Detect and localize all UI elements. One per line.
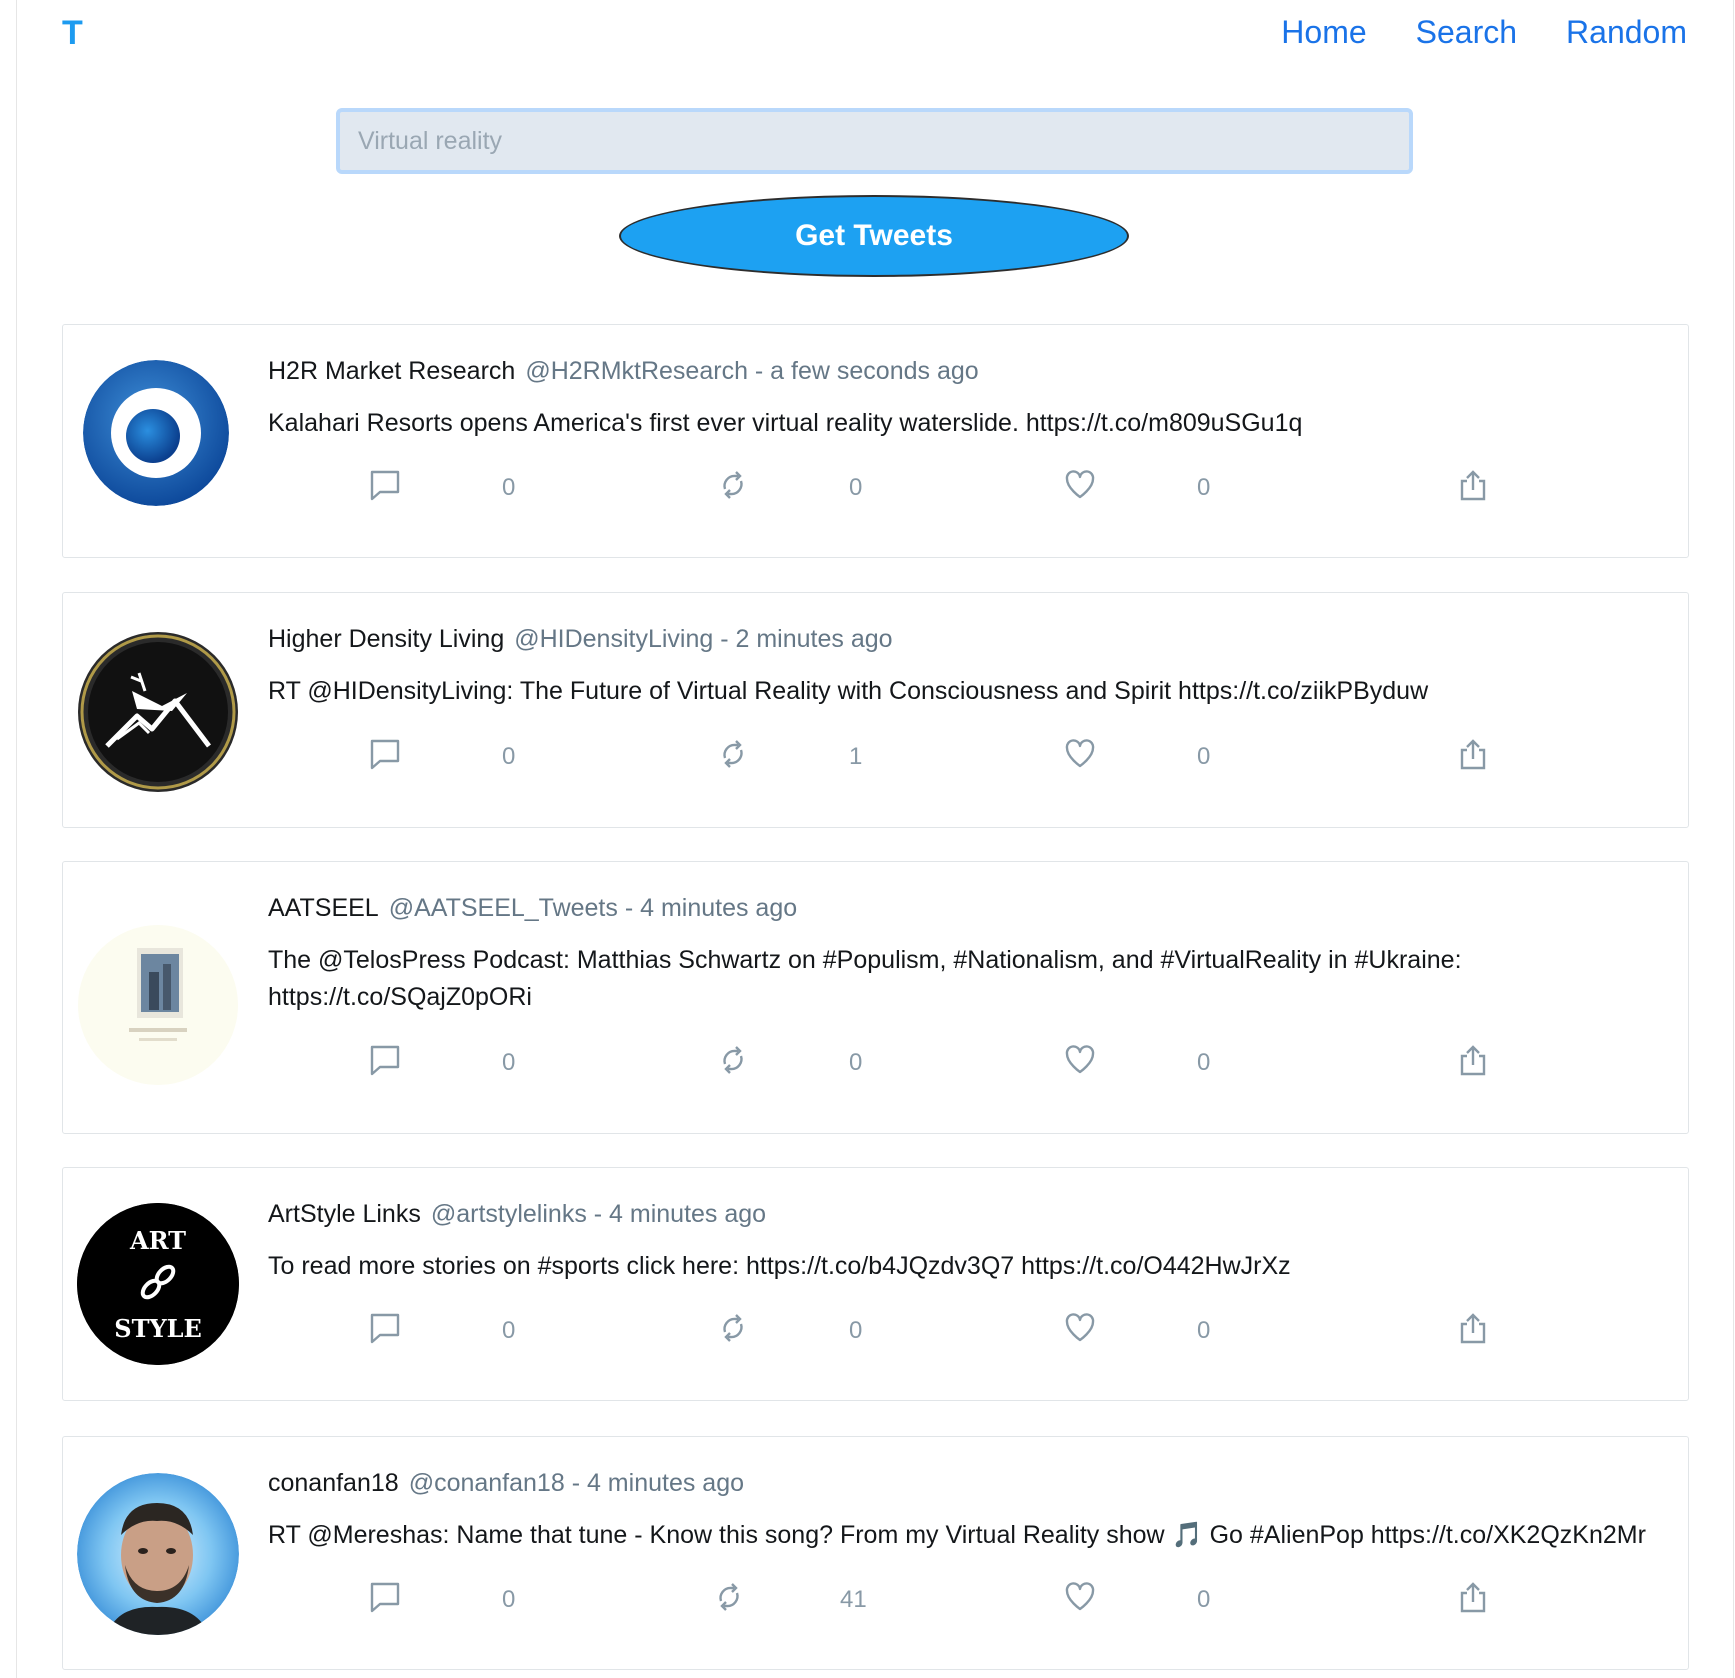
tweet-header: ArtStyle Links @artstylelinks - 4 minutes… xyxy=(268,1200,766,1229)
tweet-header: AATSEEL @AATSEEL_Tweets - 4 minutes ago xyxy=(268,894,797,923)
reply-count: 0 xyxy=(502,1317,516,1344)
tweet-actions: 0 0 0 xyxy=(63,1311,1688,1351)
tweet-header: Higher Density Living @HIDensityLiving - … xyxy=(268,625,893,654)
tweet-meta: @H2RMktResearch - a few seconds ago xyxy=(525,357,979,385)
tweet-text: RT @HIDensityLiving: The Future of Virtu… xyxy=(268,677,1429,705)
reply-count: 0 xyxy=(502,743,516,770)
tweet-text: To read more stories on #sports click he… xyxy=(268,1252,1291,1280)
tweet-meta: @artstylelinks - 4 minutes ago xyxy=(430,1200,767,1228)
reply-icon[interactable] xyxy=(368,1043,402,1077)
reply-count: 0 xyxy=(502,1049,516,1076)
heart-icon[interactable] xyxy=(1063,1311,1097,1345)
tweet-meta: @AATSEEL_Tweets - 4 minutes ago xyxy=(388,894,798,922)
retweet-count: 41 xyxy=(840,1586,867,1613)
heart-icon[interactable] xyxy=(1063,468,1097,502)
tweet-meta: @conanfan18 - 4 minutes ago xyxy=(408,1469,745,1497)
tweet-header: H2R Market Research @H2RMktResearch - a f… xyxy=(268,357,979,386)
nav-random-link[interactable]: Random xyxy=(1566,14,1687,51)
share-icon[interactable] xyxy=(1456,737,1490,771)
tweet-header: conanfan18 @conanfan18 - 4 minutes ago xyxy=(268,1469,744,1498)
tweet-card: AATSEEL @AATSEEL_Tweets - 4 minutes ago T… xyxy=(62,861,1689,1134)
nav-search-link[interactable]: Search xyxy=(1416,14,1517,51)
reply-count: 0 xyxy=(502,474,516,501)
heart-icon[interactable] xyxy=(1063,737,1097,771)
share-icon[interactable] xyxy=(1456,468,1490,502)
tweet-text: RT @Mereshas: Name that tune - Know this… xyxy=(268,1521,1646,1549)
tweet-actions: 0 0 0 xyxy=(63,468,1688,508)
tweet-author-name[interactable]: conanfan18 xyxy=(268,1469,399,1497)
tweet-card: ART STYLE ArtStyle Links @artstylelinks -… xyxy=(62,1167,1689,1401)
share-icon[interactable] xyxy=(1456,1043,1490,1077)
like-count: 0 xyxy=(1197,743,1211,770)
get-tweets-button[interactable]: Get Tweets xyxy=(619,195,1129,277)
reply-icon[interactable] xyxy=(368,468,402,502)
share-icon[interactable] xyxy=(1456,1580,1490,1614)
reply-icon[interactable] xyxy=(368,1311,402,1345)
nav-home-link[interactable]: Home xyxy=(1281,14,1366,51)
tweet-card: H2R Market Research @H2RMktResearch - a f… xyxy=(62,324,1689,558)
share-icon[interactable] xyxy=(1456,1311,1490,1345)
tweet-actions: 0 0 0 xyxy=(63,1043,1688,1083)
retweet-icon[interactable] xyxy=(716,1311,750,1345)
tweet-author-name[interactable]: H2R Market Research xyxy=(268,357,515,385)
heart-icon[interactable] xyxy=(1063,1043,1097,1077)
tweet-author-name[interactable]: Higher Density Living xyxy=(268,625,504,653)
retweet-count: 0 xyxy=(849,474,863,501)
tweet-card: Higher Density Living @HIDensityLiving - … xyxy=(62,592,1689,828)
tweet-author-name[interactable]: ArtStyle Links xyxy=(268,1200,421,1228)
reply-count: 0 xyxy=(502,1586,516,1613)
top-nav: Home Search Random xyxy=(1281,14,1687,51)
tweet-meta: @HIDensityLiving - 2 minutes ago xyxy=(514,625,893,653)
retweet-icon[interactable] xyxy=(716,737,750,771)
tweet-card: conanfan18 @conanfan18 - 4 minutes ago RT… xyxy=(62,1436,1689,1670)
avatar-text-top: ART xyxy=(129,1226,186,1255)
tweet-actions: 0 1 0 xyxy=(63,737,1688,777)
like-count: 0 xyxy=(1197,474,1211,501)
retweet-count: 0 xyxy=(849,1049,863,1076)
like-count: 0 xyxy=(1197,1317,1211,1344)
search-input[interactable] xyxy=(336,108,1413,174)
reply-icon[interactable] xyxy=(368,1580,402,1614)
tweet-author-name[interactable]: AATSEEL xyxy=(268,894,379,922)
retweet-icon[interactable] xyxy=(716,1043,750,1077)
retweet-count: 1 xyxy=(849,743,863,770)
retweet-count: 0 xyxy=(849,1317,863,1344)
heart-icon[interactable] xyxy=(1063,1580,1097,1614)
tweet-actions: 0 41 0 xyxy=(63,1580,1688,1620)
app-logo[interactable]: T xyxy=(62,14,83,53)
like-count: 0 xyxy=(1197,1586,1211,1613)
retweet-icon[interactable] xyxy=(716,468,750,502)
tweet-text: Kalahari Resorts opens America's first e… xyxy=(268,409,1303,437)
reply-icon[interactable] xyxy=(368,737,402,771)
tweet-text: The @TelosPress Podcast: Matthias Schwar… xyxy=(268,946,1462,1011)
like-count: 0 xyxy=(1197,1049,1211,1076)
retweet-icon[interactable] xyxy=(712,1580,746,1614)
